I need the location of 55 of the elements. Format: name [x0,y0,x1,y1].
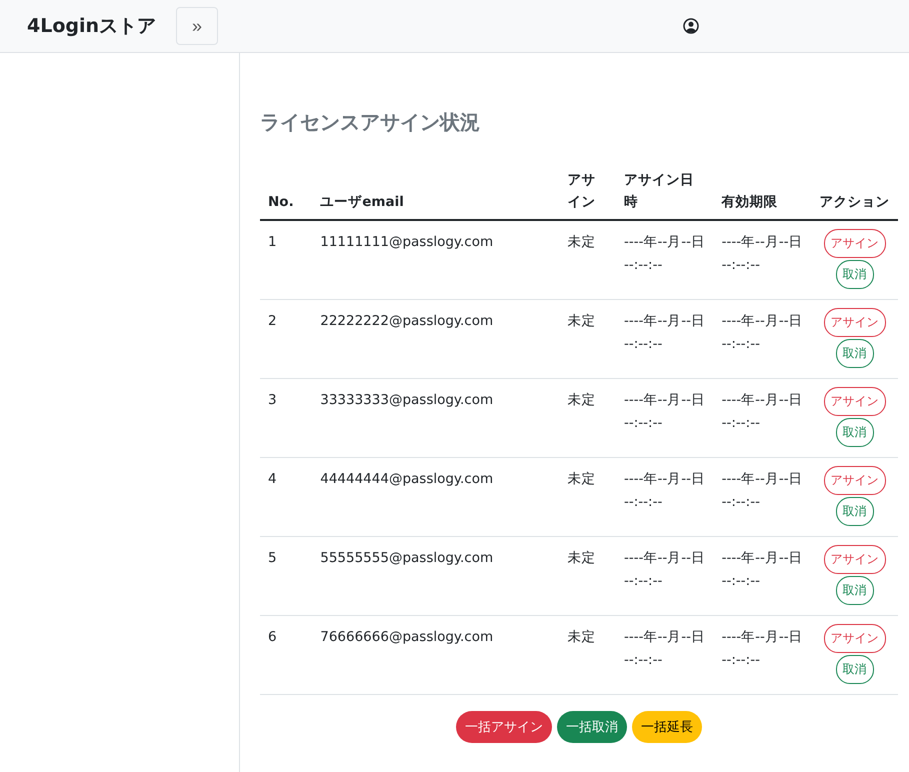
cancel-button[interactable]: 取消 [836,260,874,290]
table-cell: 44444444@passlogy.com [312,458,560,537]
table-cell: ----年--月--日 --:--:-- [714,536,812,616]
bulk-action-button[interactable]: 一括取消 [557,711,627,744]
table-cell: ----年--月--日 --:--:-- [714,378,812,458]
user-icon[interactable] [683,18,699,34]
table-cell: 2 [260,300,312,379]
table-cell: ----年--月--日 --:--:-- [714,220,812,300]
assign-button[interactable]: アサイン [824,308,886,338]
table-cell: ----年--月--日 --:--:-- [616,458,714,537]
table-cell: ----年--月--日 --:--:-- [616,616,714,695]
table-cell: 未定 [559,220,616,300]
assign-button[interactable]: アサイン [824,229,886,258]
table-cell: ----年--月--日 --:--:-- [616,300,714,379]
sidebar-toggle-button[interactable]: » [176,7,218,45]
cancel-button[interactable]: 取消 [836,339,874,368]
table-cell: 55555555@passlogy.com [312,536,560,616]
column-header: アクション [811,164,898,220]
table-cell: ----年--月--日 --:--:-- [616,378,714,458]
table-cell: 1 [260,220,312,300]
table-cell: 未定 [559,378,616,458]
table-cell: 未定 [559,458,616,537]
assign-button[interactable]: アサイン [824,624,886,654]
page-title: ライセンスアサイン状況 [260,109,481,136]
bulk-action-button[interactable]: 一括アサイン [456,711,552,744]
table-cell: ----年--月--日 --:--:-- [714,616,812,695]
column-header: ユーザemail [312,164,560,220]
bulk-action-button[interactable]: 一括延長 [632,711,702,744]
cancel-button[interactable]: 取消 [836,576,874,606]
table-cell: 5 [260,536,312,616]
cancel-button[interactable]: 取消 [836,655,874,684]
table-cell: ----年--月--日 --:--:-- [714,300,812,379]
assign-button[interactable]: アサイン [824,466,886,496]
table-cell: 未定 [559,300,616,379]
table-cell: 3 [260,378,312,458]
table-cell: 6 [260,616,312,695]
assign-button[interactable]: アサイン [824,545,886,574]
column-header: 有効期限 [714,164,812,220]
table-cell: 22222222@passlogy.com [312,300,560,379]
cancel-button[interactable]: 取消 [836,497,874,526]
table-cell: 未定 [559,616,616,695]
table-cell: ----年--月--日 --:--:-- [616,536,714,616]
table-cell: ----年--月--日 --:--:-- [616,220,714,300]
column-header: No. [260,164,312,220]
table-cell: 76666666@passlogy.com [312,616,560,695]
brand-title: 4Loginストア [27,14,158,39]
table-cell: 33333333@passlogy.com [312,378,560,458]
cancel-button[interactable]: 取消 [836,418,874,448]
table-cell: 未定 [559,536,616,616]
table-cell: 11111111@passlogy.com [312,220,560,300]
column-header: アサイン日時 [616,164,714,220]
assign-button[interactable]: アサイン [824,387,886,416]
column-header: アサイン [559,164,616,220]
table-cell: 4 [260,458,312,537]
table-cell: ----年--月--日 --:--:-- [714,458,812,537]
